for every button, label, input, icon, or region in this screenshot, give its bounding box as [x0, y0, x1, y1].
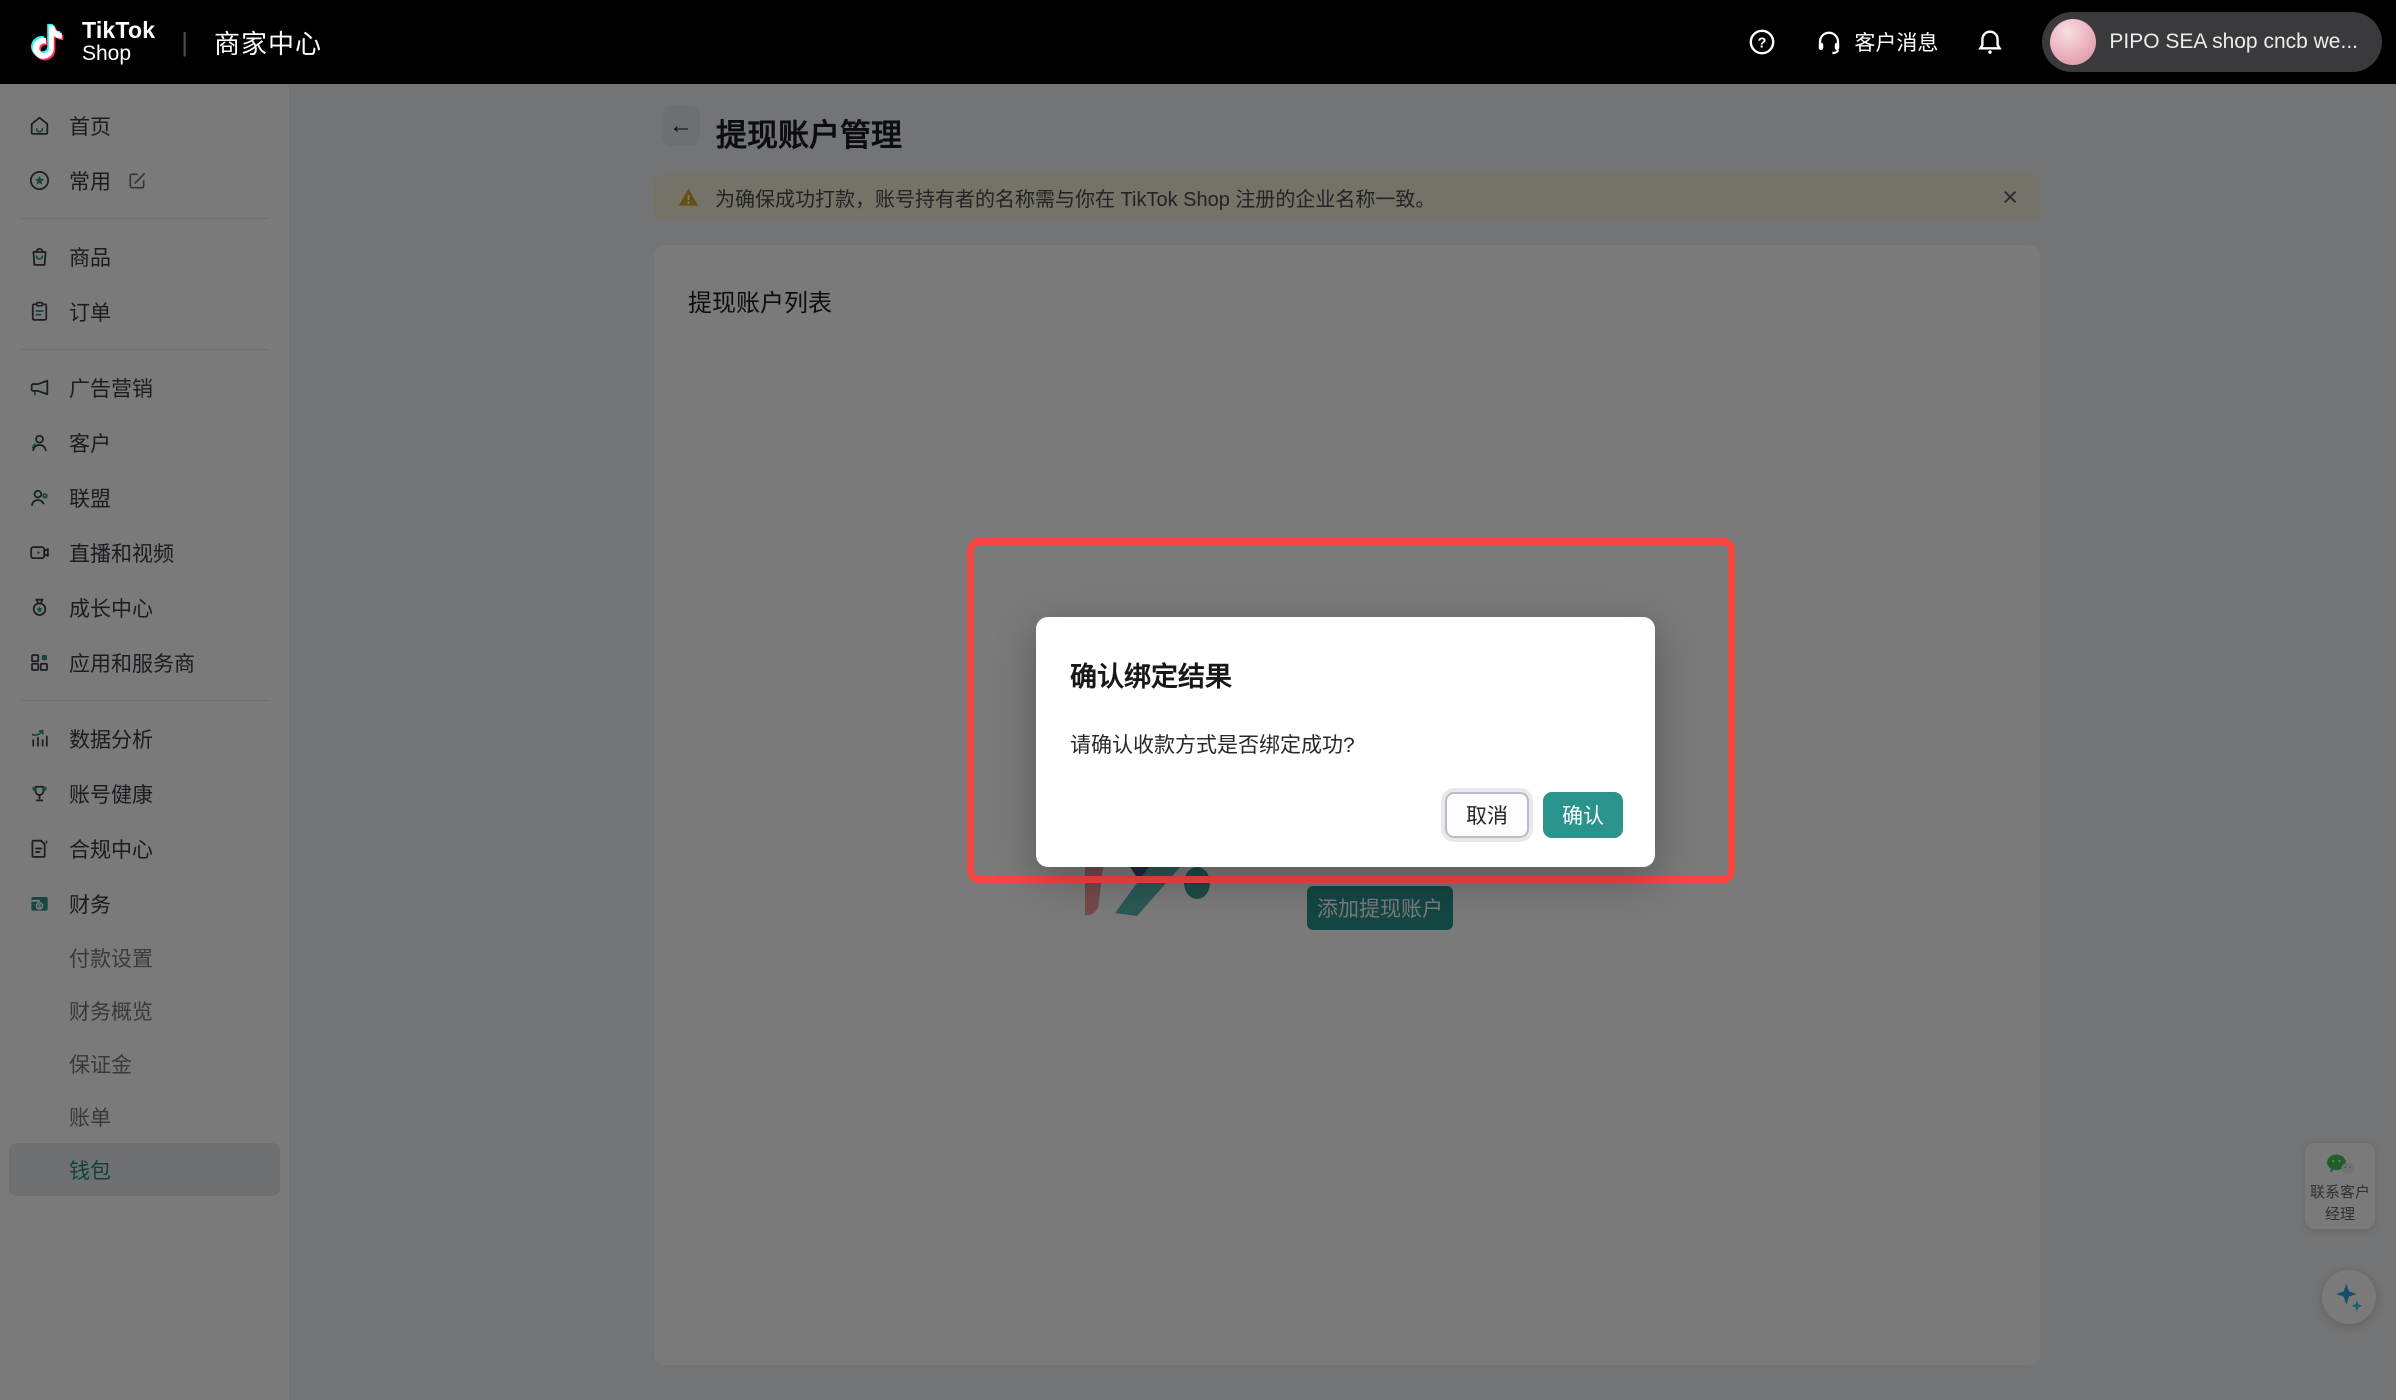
avatar	[2050, 19, 2096, 65]
cancel-button[interactable]: 取消	[1445, 792, 1529, 838]
customer-messages-label: 客户消息	[1854, 27, 1938, 57]
app-title: 商家中心	[214, 24, 322, 61]
help-icon[interactable]: ?	[1746, 26, 1778, 58]
account-switcher[interactable]: PIPO SEA shop cncb we...	[2042, 12, 2382, 72]
customer-messages-button[interactable]: 客户消息	[1814, 27, 1938, 57]
account-name: PIPO SEA shop cncb we...	[2109, 30, 2358, 54]
dialog-message: 请确认收款方式是否绑定成功?	[1070, 729, 1623, 759]
tiktok-shop-seller-center: TikTok Shop | 商家中心 ? 客户消息	[0, 0, 2396, 1400]
tiktok-note-icon	[26, 20, 70, 64]
header-divider: |	[181, 27, 188, 58]
notifications-bell-icon[interactable]	[1974, 26, 2006, 58]
dialog-actions: 取消 确认	[1445, 792, 1623, 838]
headset-icon	[1814, 27, 1844, 57]
confirm-binding-dialog: 确认绑定结果 请确认收款方式是否绑定成功? 取消 确认	[1036, 617, 1655, 867]
confirm-button[interactable]: 确认	[1543, 792, 1623, 838]
top-header: TikTok Shop | 商家中心 ? 客户消息	[0, 0, 2396, 84]
brand-wordmark: TikTok Shop	[82, 19, 155, 65]
tiktok-shop-logo[interactable]: TikTok Shop	[26, 19, 155, 65]
svg-text:?: ?	[1758, 35, 1767, 51]
dialog-title: 确认绑定结果	[1070, 655, 1623, 694]
